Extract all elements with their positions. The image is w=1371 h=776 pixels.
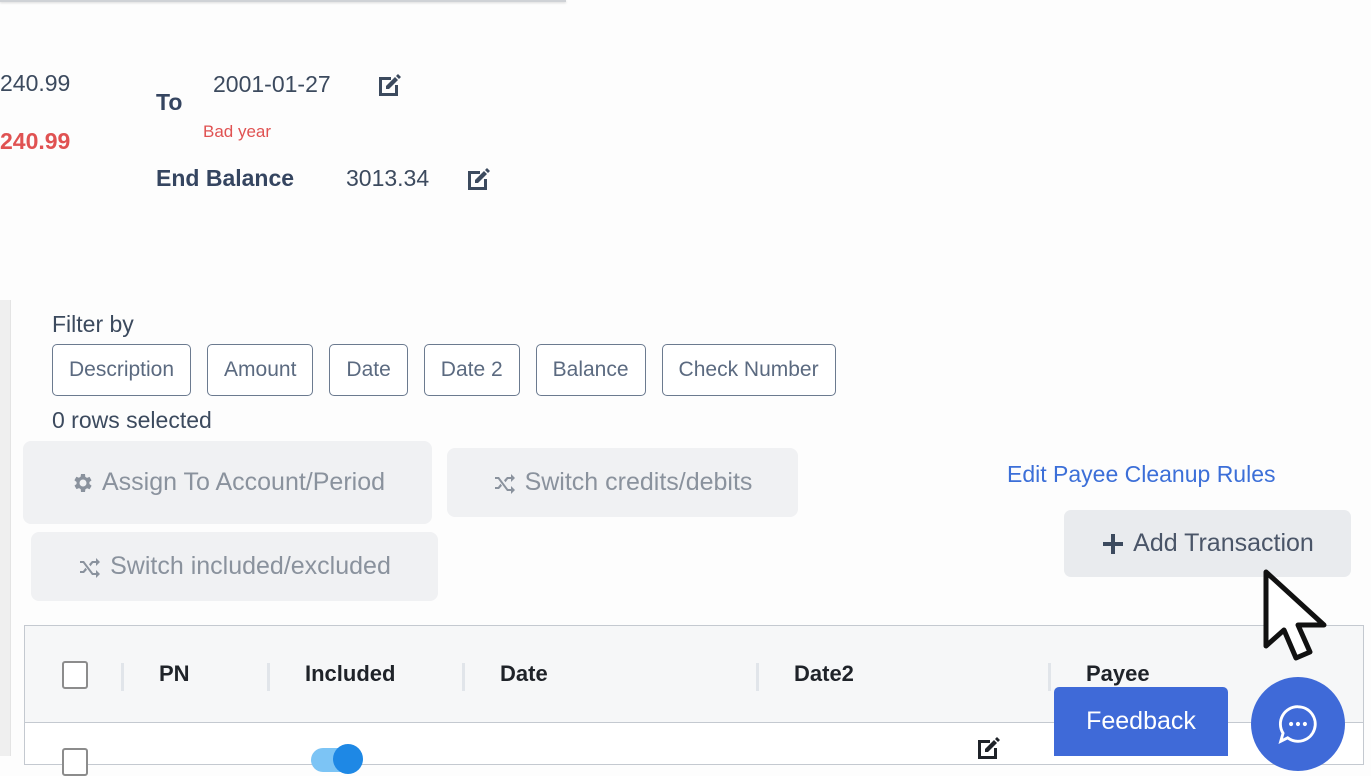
add-transaction-button[interactable]: Add Transaction bbox=[1064, 510, 1351, 577]
filter-amount-button[interactable]: Amount bbox=[207, 344, 314, 396]
switch-credits-label: Switch credits/debits bbox=[524, 468, 753, 496]
feedback-button[interactable]: Feedback bbox=[1054, 687, 1228, 756]
top-panel-edge bbox=[0, 0, 566, 2]
column-header-included[interactable]: Included bbox=[305, 661, 395, 687]
column-separator[interactable] bbox=[1048, 663, 1051, 691]
gear-icon bbox=[74, 473, 92, 492]
to-label: To bbox=[156, 89, 183, 115]
switch-included-excluded-button[interactable]: Switch included/excluded bbox=[31, 532, 438, 601]
mouse-cursor-icon bbox=[1263, 569, 1327, 661]
filter-by-label: Filter by bbox=[52, 311, 134, 337]
toggle-knob bbox=[333, 744, 363, 774]
filter-balance-button[interactable]: Balance bbox=[535, 344, 646, 396]
edit-end-balance-icon[interactable] bbox=[465, 165, 493, 193]
assign-label: Assign To Account/Period bbox=[101, 468, 386, 496]
chat-bubble-icon bbox=[1278, 705, 1317, 744]
column-header-payee[interactable]: Payee bbox=[1086, 661, 1150, 687]
shuffle-icon bbox=[80, 557, 101, 578]
row-select-checkbox[interactable] bbox=[62, 748, 88, 776]
shuffle-icon bbox=[494, 473, 515, 494]
rows-selected-count: 0 rows selected bbox=[52, 407, 212, 433]
edit-row-icon[interactable] bbox=[975, 734, 1003, 762]
column-header-pn[interactable]: PN bbox=[159, 661, 190, 687]
filter-check-number-button[interactable]: Check Number bbox=[661, 344, 836, 396]
plus-icon bbox=[1103, 533, 1124, 554]
column-header-date2[interactable]: Date2 bbox=[794, 661, 854, 687]
edit-payee-cleanup-rules-link[interactable]: Edit Payee Cleanup Rules bbox=[1007, 461, 1276, 488]
end-balance-value: 3013.34 bbox=[346, 165, 430, 191]
to-date-error: Bad year bbox=[203, 122, 272, 141]
filter-options: Description Amount Date Date 2 Balance C… bbox=[52, 344, 836, 396]
add-transaction-label: Add Transaction bbox=[1133, 529, 1314, 557]
included-toggle[interactable] bbox=[311, 744, 363, 774]
assign-account-period-button[interactable]: Assign To Account/Period bbox=[23, 441, 432, 524]
column-separator[interactable] bbox=[267, 663, 270, 691]
difference-value: 240.99 bbox=[0, 128, 71, 154]
column-separator[interactable] bbox=[462, 663, 465, 691]
select-all-checkbox[interactable] bbox=[62, 661, 88, 689]
filter-description-button[interactable]: Description bbox=[52, 344, 192, 396]
to-date-value: 2001-01-27 bbox=[213, 71, 331, 97]
end-balance-label: End Balance bbox=[156, 165, 295, 191]
filter-date2-button[interactable]: Date 2 bbox=[423, 344, 520, 396]
chat-launcher-button[interactable] bbox=[1251, 677, 1345, 771]
column-separator[interactable] bbox=[756, 663, 759, 691]
left-panel-edge bbox=[0, 300, 11, 756]
column-separator[interactable] bbox=[121, 663, 124, 691]
switch-included-label: Switch included/excluded bbox=[110, 552, 391, 580]
switch-credits-debits-button[interactable]: Switch credits/debits bbox=[447, 448, 798, 517]
edit-to-date-icon[interactable] bbox=[376, 71, 404, 99]
column-header-date[interactable]: Date bbox=[500, 661, 548, 687]
filter-date-button[interactable]: Date bbox=[329, 344, 408, 396]
start-balance-value: 240.99 bbox=[0, 70, 71, 96]
